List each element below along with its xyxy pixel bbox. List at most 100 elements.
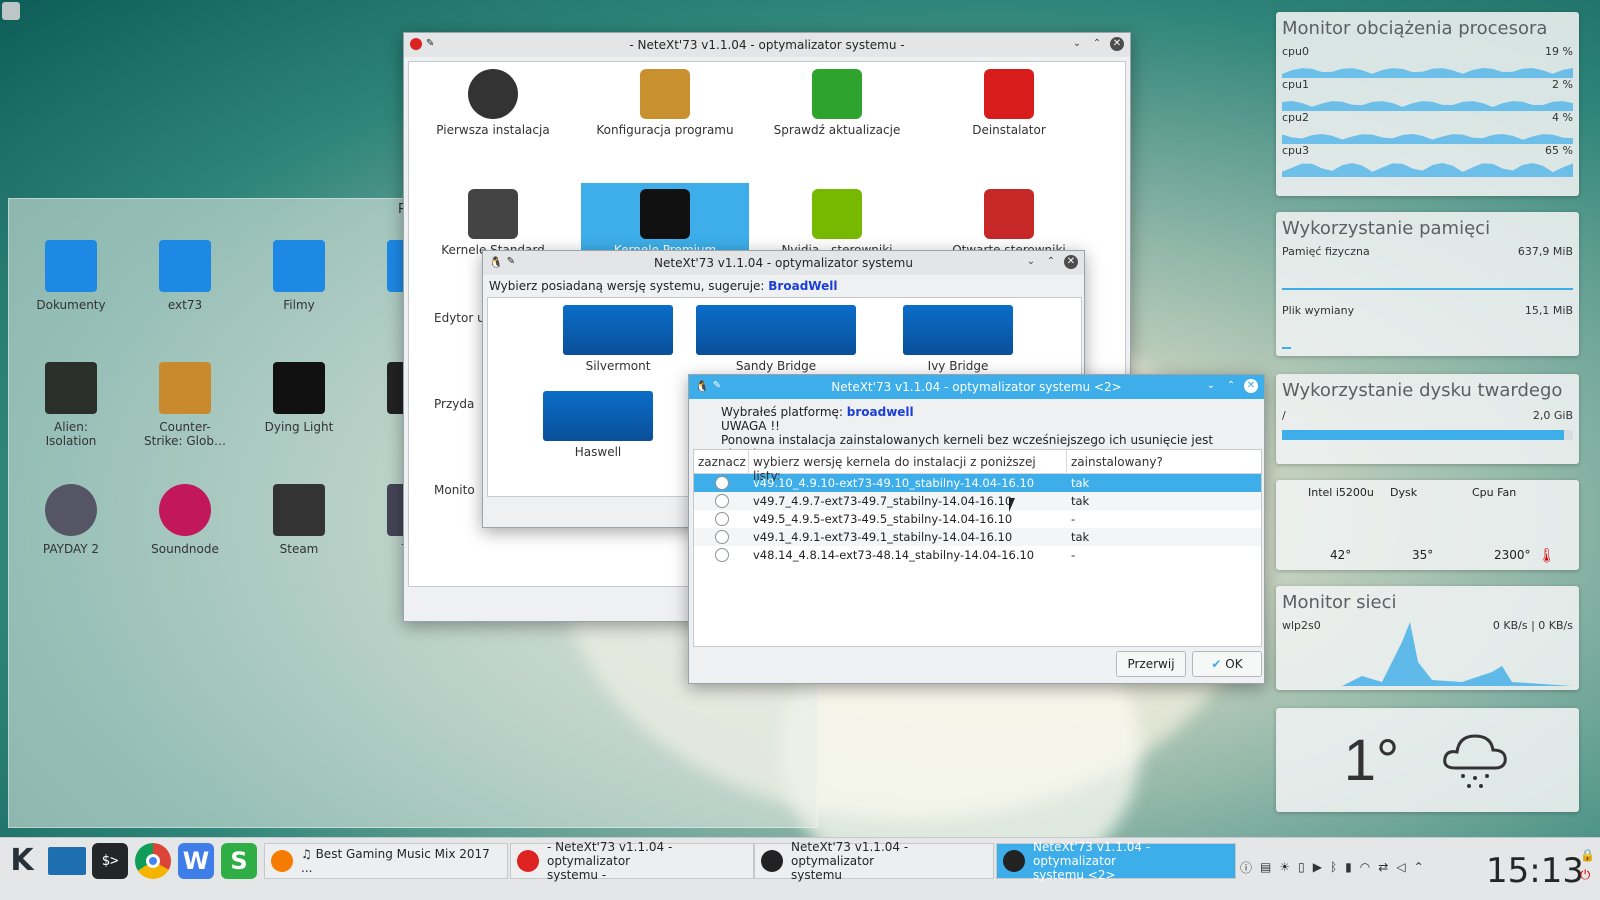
wps-writer-icon[interactable]: W: [178, 843, 214, 879]
desktop-icon[interactable]: [48, 847, 86, 875]
task-label: - NeteXt'73 v1.1.04 - optymalizator syst…: [547, 840, 673, 882]
close-icon[interactable]: ✕: [1244, 379, 1258, 393]
side-tile-label[interactable]: Edytor u: [434, 311, 485, 325]
kernel-name: v49.5_4.9.5-ext73-49.5_stabilny-14.04-16…: [753, 512, 1013, 526]
table-row[interactable]: v48.14_4.8.14-ext73-48.14_stabilny-14.04…: [694, 546, 1261, 564]
cpu-monitor-widget[interactable]: Monitor obciążenia procesora cpu0 19 % cpu…: [1276, 12, 1579, 196]
tile-label: Deinstalator: [972, 123, 1046, 137]
clock[interactable]: 15:13: [1486, 851, 1584, 891]
download-arrow-icon: [812, 69, 862, 119]
kernel-window-titlebar[interactable]: 🐧 ✎ NeteXt'73 v1.1.04 - optymalizator sys…: [689, 375, 1264, 399]
radio-button[interactable]: [714, 494, 729, 509]
desktop-icon-item[interactable]: Dying Light: [254, 362, 344, 434]
side-tile-label[interactable]: Monito: [434, 483, 475, 497]
maximize-icon[interactable]: ⌃: [1090, 37, 1104, 51]
kernel-table: zaznacz wybierz wersję kernela do instal…: [693, 449, 1262, 647]
desktop-icon-label: Filmy: [283, 298, 315, 312]
expand-tray-icon[interactable]: ⌃: [1414, 860, 1424, 874]
physical-memory-bar: [1282, 288, 1573, 290]
warning-title: UWAGA !!: [721, 419, 780, 433]
desktop-icon-item[interactable]: Counter- Strike: Glob…: [140, 362, 230, 448]
taskbar-task[interactable]: NeteXt'73 v1.1.04 - optymalizator system…: [996, 840, 1236, 882]
table-row[interactable]: v49.7_4.9.7-ext73-49.7_stabilny-14.04-16…: [694, 492, 1261, 510]
platform-option[interactable]: Ivy Bridge: [863, 305, 1053, 373]
desktop-icon-item[interactable]: Steam: [254, 484, 344, 556]
pin-icon[interactable]: ✎: [426, 38, 434, 50]
table-row[interactable]: v49.5_4.9.5-ext73-49.5_stabilny-14.04-16…: [694, 510, 1261, 528]
volume-icon[interactable]: ◁: [1396, 860, 1405, 874]
platform-option[interactable]: Sandy Bridge: [681, 305, 871, 373]
start-icon: [468, 69, 518, 119]
network-tray-icon[interactable]: ⇄: [1378, 860, 1388, 874]
network-title: Monitor sieci: [1282, 592, 1397, 613]
cpu-core-value: 19 %: [1545, 45, 1573, 58]
soundnode-icon: [159, 484, 211, 536]
weather-tray-icon[interactable]: ☀: [1279, 860, 1290, 874]
wifi-icon[interactable]: ◠: [1360, 860, 1370, 874]
taskbar-task[interactable]: ♫ Best Gaming Music Mix 2017 ...: [264, 843, 508, 879]
radio-button[interactable]: [714, 476, 729, 491]
media-icon[interactable]: ▶: [1313, 860, 1322, 874]
videos-folder-icon: [273, 240, 325, 292]
network-widget[interactable]: Monitor sieci wlp2s0 0 KB/s | 0 KB/s: [1276, 586, 1579, 690]
desktop-icon-label: ext73: [167, 298, 203, 312]
cpu-core-graph: [1282, 163, 1573, 177]
side-tile-label[interactable]: Przyda: [434, 397, 474, 411]
column-header-kernel[interactable]: wybierz wersję kernela do instalacji z p…: [749, 450, 1067, 483]
maximize-icon[interactable]: ⌃: [1224, 379, 1238, 393]
desktop-icon-item[interactable]: ext73: [140, 240, 230, 312]
radio-button[interactable]: [714, 530, 729, 545]
installed-status: tak: [1071, 476, 1090, 490]
device-icon[interactable]: ▯: [1298, 860, 1305, 874]
kde-menu-icon[interactable]: K: [4, 843, 40, 879]
lock-screen-icon[interactable]: 🔒: [1580, 848, 1595, 862]
table-row[interactable]: v49.1_4.9.1-ext73-49.1_stabilny-14.04-16…: [694, 528, 1261, 546]
close-icon[interactable]: ✕: [1064, 255, 1078, 269]
task-app-icon: [517, 850, 539, 872]
desktop-icon-item[interactable]: Soundnode: [140, 484, 230, 556]
tile-wrench[interactable]: Konfiguracja programu: [581, 63, 749, 157]
battery-icon[interactable]: ▮: [1345, 860, 1352, 874]
desktop-icon-item[interactable]: PAYDAY 2: [26, 484, 116, 556]
tile-download-arrow[interactable]: Sprawdź aktualizacje: [753, 63, 921, 157]
taskbar-task[interactable]: NeteXt'73 v1.1.04 - optymalizator system…: [754, 840, 994, 882]
radio-button[interactable]: [714, 548, 729, 563]
minimize-icon[interactable]: ⌄: [1204, 379, 1218, 393]
info-icon[interactable]: ⓘ: [1240, 859, 1252, 876]
power-icon[interactable]: ⏻: [1580, 868, 1590, 883]
maximize-icon[interactable]: ⌃: [1044, 255, 1058, 269]
tile-upload-arrow[interactable]: Deinstalator: [925, 63, 1093, 157]
taskbar-task[interactable]: - NeteXt'73 v1.1.04 - optymalizator syst…: [510, 840, 754, 882]
spreadsheet-icon[interactable]: S: [221, 843, 257, 879]
bluetooth-icon[interactable]: ᛒ: [1330, 860, 1337, 874]
cancel-button[interactable]: Przerwij: [1116, 651, 1186, 677]
platform-window-titlebar[interactable]: 🐧 ✎ NeteXt'73 v1.1.04 - optymalizator sys…: [483, 251, 1084, 275]
main-window-titlebar[interactable]: ✎ - NeteXt'73 v1.1.04 - optymalizator sy…: [404, 33, 1130, 57]
memory-widget[interactable]: Wykorzystanie pamięci Pamięć fizyczna 637…: [1276, 212, 1579, 356]
disk-widget[interactable]: Wykorzystanie dysku twardego / 2,0 GiB: [1276, 374, 1579, 464]
desktop-icon-item[interactable]: Dokumenty: [26, 240, 116, 312]
terminal-icon[interactable]: $>: [92, 843, 128, 879]
platform-option[interactable]: Haswell: [503, 391, 693, 459]
clipboard-icon[interactable]: ▤: [1260, 860, 1271, 874]
pin-icon[interactable]: ✎: [713, 380, 721, 393]
close-icon[interactable]: ✕: [1110, 37, 1124, 51]
system-tray[interactable]: ⓘ ▤ ☀ ▯ ▶ ᛒ ▮ ◠ ⇄ ◁ ⌃: [1240, 857, 1470, 877]
sensors-widget[interactable]: Intel i5200u 42° Dysk 35° Cpu Fan 2300° 🌡: [1276, 480, 1579, 570]
cpu-monitor-title: Monitor obciążenia procesora: [1282, 18, 1548, 39]
desktop-toolbox-icon[interactable]: [2, 2, 20, 20]
chrome-icon[interactable]: [135, 843, 171, 879]
minimize-icon[interactable]: ⌄: [1070, 37, 1084, 51]
column-header-select[interactable]: zaznacz: [694, 450, 749, 473]
desktop-icon-item[interactable]: Alien: Isolation: [26, 362, 116, 448]
column-header-installed[interactable]: zainstalowany?: [1067, 450, 1261, 473]
cpu-core-value: 2 %: [1552, 78, 1573, 91]
table-row[interactable]: v49.10_4.9.10-ext73-49.10_stabilny-14.04…: [694, 474, 1261, 492]
ok-button[interactable]: ✔ OK: [1192, 651, 1262, 677]
desktop-icon-item[interactable]: Filmy: [254, 240, 344, 312]
minimize-icon[interactable]: ⌄: [1024, 255, 1038, 269]
weather-widget[interactable]: 1°: [1276, 708, 1579, 812]
tile-start[interactable]: Pierwsza instalacja: [409, 63, 577, 157]
radio-button[interactable]: [714, 512, 729, 527]
pin-icon[interactable]: ✎: [507, 256, 515, 269]
